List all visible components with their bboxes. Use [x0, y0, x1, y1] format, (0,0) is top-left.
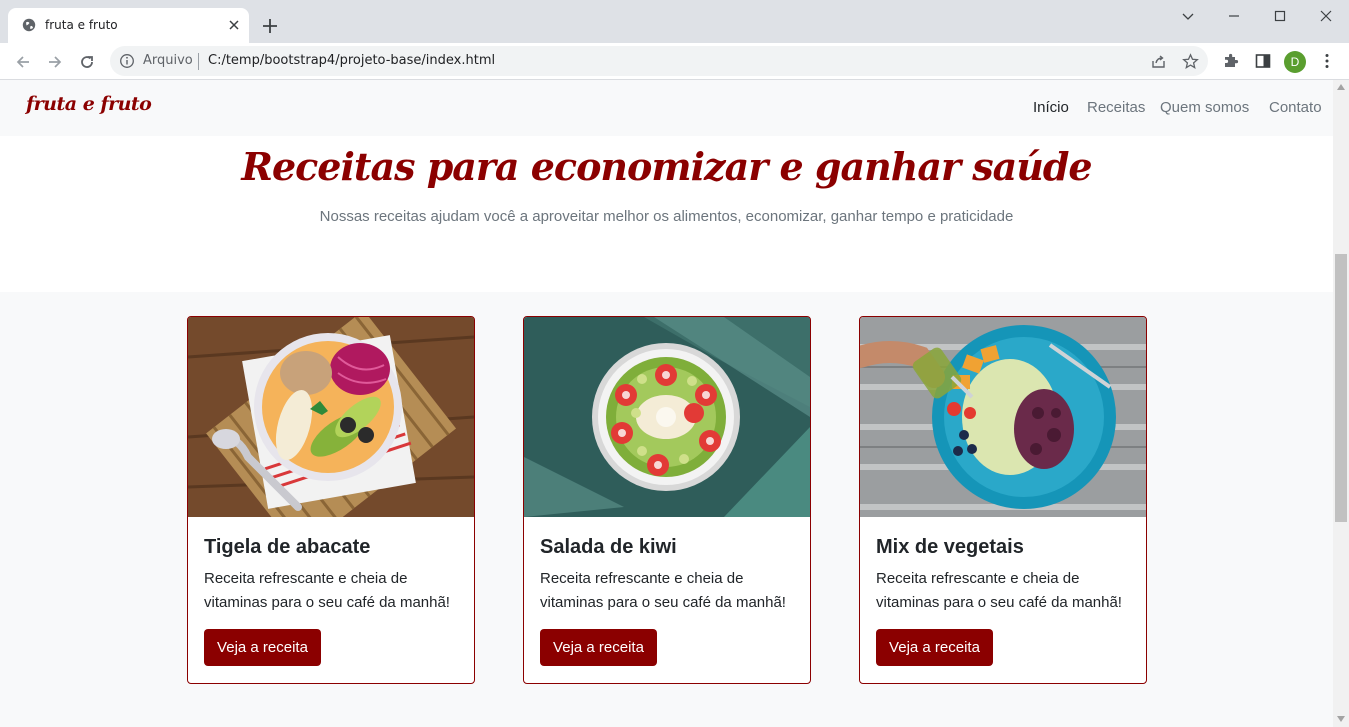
avocado-bowl-image [188, 317, 474, 517]
recipe-card: Salada de kiwi Receita refrescante e che… [523, 316, 811, 684]
side-panel-icon[interactable] [1254, 52, 1272, 70]
window-close-icon[interactable] [1316, 6, 1336, 26]
scrollbar-thumb[interactable] [1335, 254, 1347, 522]
kebab-menu-icon[interactable] [1318, 52, 1336, 70]
recipe-card: Tigela de abacate Receita refrescante e … [187, 316, 475, 684]
browser-tab[interactable]: fruta e fruto [8, 8, 249, 43]
info-icon[interactable] [119, 53, 135, 69]
address-scheme: Arquivo [143, 53, 193, 68]
browser-toolbar: Arquivo C:/temp/bootstrap4/projeto-base/… [0, 43, 1349, 80]
scroll-up-icon[interactable] [1337, 84, 1345, 90]
view-recipe-button[interactable]: Veja a receita [540, 629, 657, 666]
site-brand[interactable]: fruta e fruto [26, 93, 152, 115]
card-title: Mix de vegetais [876, 536, 1024, 558]
share-icon[interactable] [1150, 53, 1167, 70]
chevron-down-icon[interactable] [1178, 6, 1198, 26]
hero-subtitle: Nossas receitas ajudam você a aproveitar… [319, 208, 1014, 225]
nav-link-receitas[interactable]: Receitas [1087, 99, 1145, 116]
card-title: Tigela de abacate [204, 536, 371, 558]
nav-link-inicio[interactable]: Início [1033, 99, 1069, 116]
nav-link-contato[interactable]: Contato [1269, 99, 1322, 116]
back-icon[interactable] [13, 52, 33, 72]
hero-section: Receitas para economizar e ganhar saúde … [0, 136, 1333, 292]
card-text: Receita refrescante e cheia de vitaminas… [876, 570, 1122, 611]
site-navbar: fruta e fruto Início Receitas Quem somos… [0, 80, 1333, 136]
maximize-icon[interactable] [1270, 6, 1290, 26]
view-recipe-button[interactable]: Veja a receita [204, 629, 321, 666]
card-title: Salada de kiwi [540, 536, 677, 558]
plus-icon[interactable] [260, 16, 280, 36]
view-recipe-button[interactable]: Veja a receita [876, 629, 993, 666]
globe-icon [22, 18, 36, 32]
profile-avatar[interactable]: D [1284, 51, 1306, 73]
vegetable-mix-image [860, 317, 1146, 517]
star-icon[interactable] [1182, 53, 1199, 70]
nav-link-quem-somos[interactable]: Quem somos [1160, 99, 1249, 116]
kiwi-bowl-image [524, 317, 810, 517]
scroll-down-icon[interactable] [1337, 716, 1345, 722]
web-page: fruta e fruto Início Receitas Quem somos… [0, 80, 1333, 727]
extensions-icon[interactable] [1222, 52, 1240, 70]
recipe-card: Mix de vegetais Receita refrescante e ch… [859, 316, 1147, 684]
card-text: Receita refrescante e cheia de vitaminas… [204, 570, 450, 611]
card-text: Receita refrescante e cheia de vitaminas… [540, 570, 786, 611]
tab-title: fruta e fruto [45, 18, 118, 32]
hero-title: Receitas para economizar e ganhar saúde [241, 144, 1092, 189]
address-bar[interactable]: Arquivo C:/temp/bootstrap4/projeto-base/… [110, 46, 1208, 76]
page-scrollbar[interactable] [1333, 80, 1349, 727]
close-icon[interactable] [226, 17, 242, 33]
reload-icon[interactable] [77, 52, 97, 72]
address-separator [198, 53, 199, 70]
browser-titlebar: fruta e fruto [0, 0, 1349, 43]
forward-icon[interactable] [45, 52, 65, 72]
address-url[interactable]: C:/temp/bootstrap4/projeto-base/index.ht… [208, 53, 495, 68]
minimize-icon[interactable] [1224, 6, 1244, 26]
